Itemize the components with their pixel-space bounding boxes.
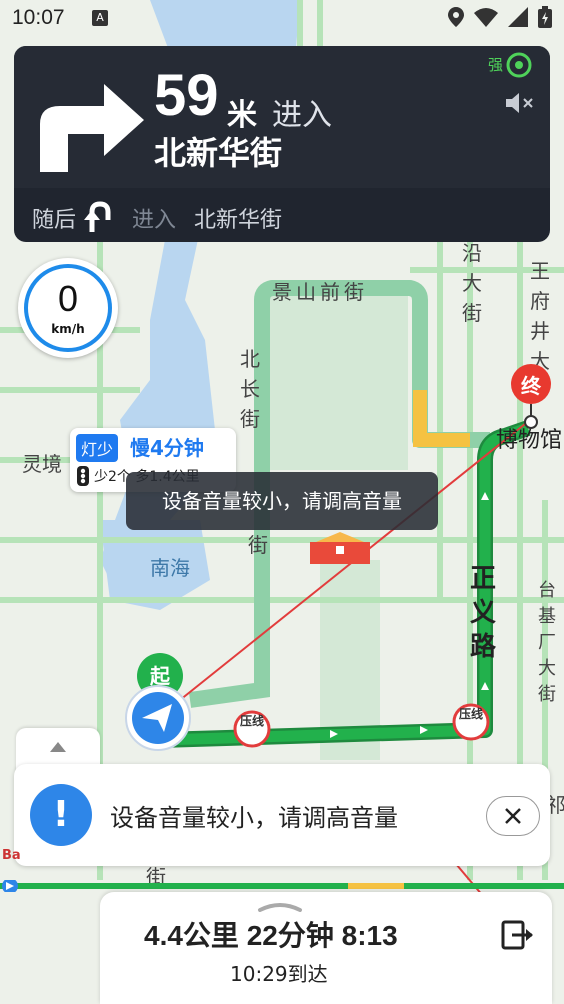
end-marker-label: 终 bbox=[521, 374, 541, 398]
location-icon bbox=[448, 7, 464, 27]
speedometer: 0 km/h bbox=[18, 258, 118, 358]
next-road: 北新华街 bbox=[154, 134, 283, 172]
traffic-light-icon bbox=[77, 466, 89, 486]
close-icon bbox=[505, 808, 521, 824]
chevron-up-icon bbox=[50, 742, 66, 752]
wifi-icon bbox=[474, 8, 498, 27]
volume-warning-banner[interactable]: ! 设备音量较小，请调高音量 bbox=[14, 764, 550, 866]
distance-value: 59 bbox=[154, 63, 219, 128]
alert-icon: ! bbox=[30, 784, 92, 846]
u-turn-icon bbox=[84, 201, 111, 232]
map-label-yanyan: 沿大街 bbox=[462, 241, 482, 325]
trip-summary: 4.4公里 22分钟 8:13 bbox=[144, 920, 398, 951]
route-progress-bar bbox=[0, 880, 564, 892]
then-label: 随后 bbox=[32, 208, 77, 233]
map-label-nanhai: 南海 bbox=[150, 556, 190, 580]
drag-handle[interactable] bbox=[256, 900, 304, 912]
battery-icon bbox=[538, 6, 552, 28]
route-tag: 灯少 bbox=[76, 434, 119, 462]
gps-signal-label: 强 bbox=[488, 56, 504, 74]
current-location-pointer bbox=[124, 684, 192, 756]
speed-unit: km/h bbox=[51, 322, 85, 336]
banner-close-button[interactable] bbox=[486, 796, 540, 836]
speed-value: 0 bbox=[57, 278, 79, 319]
baidu-logo: Ba bbox=[2, 848, 21, 863]
then-action: 进入 bbox=[132, 208, 177, 233]
mute-icon[interactable] bbox=[506, 92, 536, 114]
map-label-zhengyi: 正义路 bbox=[470, 564, 497, 662]
map-label-wangfujing: 王府井大 bbox=[530, 259, 550, 373]
navigation-card[interactable]: 59 米 进入 北新华街 强 随后 进入 北新华街 bbox=[14, 46, 550, 242]
then-road: 北新华街 bbox=[194, 208, 283, 233]
volume-toast: 设备音量较小，请调高音量 bbox=[126, 472, 438, 530]
status-time: 10:07 bbox=[12, 6, 65, 29]
pressure-line-label-2: 压线 bbox=[459, 707, 484, 721]
turn-right-icon bbox=[40, 84, 144, 172]
exit-navigation-icon[interactable] bbox=[500, 918, 534, 952]
map-label-lingjing: 灵境 bbox=[22, 452, 62, 476]
map-label-beichang: 北长街 bbox=[240, 347, 260, 431]
arrival-time: 10:29到达 bbox=[230, 962, 328, 986]
pressure-line-label-1: 压线 bbox=[240, 714, 265, 728]
map-label-taiji: 台基厂大街 bbox=[538, 580, 556, 705]
trip-summary-panel[interactable]: 4.4公里 22分钟 8:13 10:29到达 bbox=[100, 892, 552, 1004]
map-label-jie: 街 bbox=[248, 533, 268, 557]
route-time-diff: 慢4分钟 bbox=[130, 436, 204, 460]
banner-message: 设备音量较小，请调高音量 bbox=[110, 804, 398, 832]
gps-signal-icon bbox=[506, 52, 532, 78]
end-marker[interactable]: 终 bbox=[506, 362, 556, 436]
status-bar: 10:07 A bbox=[0, 0, 564, 36]
app-badge-icon: A bbox=[92, 10, 108, 26]
cellular-icon bbox=[508, 7, 528, 27]
map-label-jingshan: 景山前街 bbox=[272, 280, 368, 304]
